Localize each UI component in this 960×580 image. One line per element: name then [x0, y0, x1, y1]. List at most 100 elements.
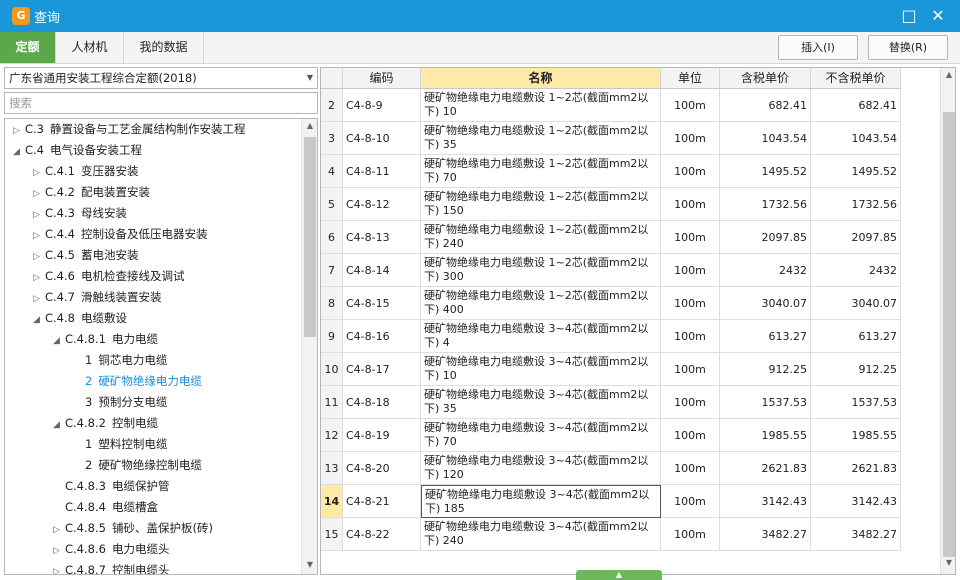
cell-tax-price[interactable]: 1043.54: [720, 122, 811, 155]
tree-item[interactable]: ◢ C.4.8.1 电力电缆: [53, 329, 158, 350]
expand-icon[interactable]: ▷: [53, 520, 65, 541]
cell-code[interactable]: C4-8-17: [343, 353, 421, 386]
cell-unit[interactable]: 100m: [661, 452, 720, 485]
cell-code[interactable]: C4-8-19: [343, 419, 421, 452]
cell-tax-price[interactable]: 3482.27: [720, 518, 811, 551]
cell-tax-price[interactable]: 1537.53: [720, 386, 811, 419]
cell-unit[interactable]: 100m: [661, 287, 720, 320]
row-number[interactable]: 9: [321, 320, 343, 353]
cell-name[interactable]: 硬矿物绝缘电力电缆敷设 1~2芯(截面mm2以下) 35: [421, 122, 661, 155]
cell-name[interactable]: 硬矿物绝缘电力电缆敷设 3~4芯(截面mm2以下) 120: [421, 452, 661, 485]
tree-item[interactable]: ▷ C.4.8.6 电力电缆头: [53, 539, 169, 560]
expand-icon[interactable]: ▷: [33, 247, 45, 268]
cell-unit[interactable]: 100m: [661, 155, 720, 188]
col-tax-price[interactable]: 含税单价: [720, 68, 811, 89]
cell-tax-price[interactable]: 682.41: [720, 89, 811, 122]
col-unit[interactable]: 单位: [661, 68, 720, 89]
cell-unit[interactable]: 100m: [661, 353, 720, 386]
cell-tax-price[interactable]: 1732.56: [720, 188, 811, 221]
cell-code[interactable]: C4-8-16: [343, 320, 421, 353]
cell-notax-price[interactable]: 1043.54: [811, 122, 901, 155]
cell-code[interactable]: C4-8-13: [343, 221, 421, 254]
cell-code[interactable]: C4-8-20: [343, 452, 421, 485]
cell-tax-price[interactable]: 1495.52: [720, 155, 811, 188]
cell-name[interactable]: 硬矿物绝缘电力电缆敷设 1~2芯(截面mm2以下) 70: [421, 155, 661, 188]
table-row[interactable]: 6 C4-8-13 硬矿物绝缘电力电缆敷设 1~2芯(截面mm2以下) 240 100…: [321, 221, 941, 254]
cell-code[interactable]: C4-8-11: [343, 155, 421, 188]
cell-tax-price[interactable]: 2621.83: [720, 452, 811, 485]
scroll-down-icon[interactable]: ▼: [941, 558, 955, 567]
tree-item[interactable]: C.4.8.3 电缆保护管: [53, 476, 169, 497]
table-row[interactable]: 12 C4-8-19 硬矿物绝缘电力电缆敷设 3~4芯(截面mm2以下) 70 100…: [321, 419, 941, 452]
row-number[interactable]: 3: [321, 122, 343, 155]
cell-notax-price[interactable]: 613.27: [811, 320, 901, 353]
cell-tax-price[interactable]: 613.27: [720, 320, 811, 353]
row-number[interactable]: 5: [321, 188, 343, 221]
row-number[interactable]: 7: [321, 254, 343, 287]
grid-scrollbar[interactable]: ▲ ▼: [940, 68, 955, 574]
tree-item[interactable]: ▷ C.4.2 配电装置安装: [33, 182, 150, 203]
tree-item[interactable]: 2 硬矿物绝缘电力电缆: [73, 371, 202, 392]
row-number[interactable]: 13: [321, 452, 343, 485]
table-row[interactable]: 3 C4-8-10 硬矿物绝缘电力电缆敷设 1~2芯(截面mm2以下) 35 100m…: [321, 122, 941, 155]
expand-icon[interactable]: ▷: [33, 184, 45, 205]
cell-code[interactable]: C4-8-14: [343, 254, 421, 287]
row-number[interactable]: 15: [321, 518, 343, 551]
insert-button[interactable]: 插入(I): [778, 35, 858, 60]
tree-item[interactable]: ◢ C.4.8.2 控制电缆: [53, 413, 158, 434]
cell-notax-price[interactable]: 3482.27: [811, 518, 901, 551]
expand-icon[interactable]: ▷: [53, 562, 65, 574]
expand-icon[interactable]: ▷: [13, 121, 25, 142]
cell-name[interactable]: 硬矿物绝缘电力电缆敷设 1~2芯(截面mm2以下) 240: [421, 221, 661, 254]
row-number[interactable]: 12: [321, 419, 343, 452]
cell-notax-price[interactable]: 3040.07: [811, 287, 901, 320]
cell-unit[interactable]: 100m: [661, 419, 720, 452]
cell-name[interactable]: 硬矿物绝缘电力电缆敷设 1~2芯(截面mm2以下) 300: [421, 254, 661, 287]
cell-code[interactable]: C4-8-10: [343, 122, 421, 155]
cell-unit[interactable]: 100m: [661, 254, 720, 287]
cell-unit[interactable]: 100m: [661, 188, 720, 221]
cell-notax-price[interactable]: 3142.43: [811, 485, 901, 518]
cell-unit[interactable]: 100m: [661, 122, 720, 155]
cell-name[interactable]: 硬矿物绝缘电力电缆敷设 3~4芯(截面mm2以下) 10: [421, 353, 661, 386]
grid-scroll-thumb[interactable]: [943, 112, 955, 557]
tab-labor-material-machine[interactable]: 人材机: [56, 32, 124, 63]
cell-code[interactable]: C4-8-22: [343, 518, 421, 551]
cell-name[interactable]: 硬矿物绝缘电力电缆敷设 3~4芯(截面mm2以下) 35: [421, 386, 661, 419]
cell-code[interactable]: C4-8-18: [343, 386, 421, 419]
cell-code[interactable]: C4-8-15: [343, 287, 421, 320]
table-row[interactable]: 15 C4-8-22 硬矿物绝缘电力电缆敷设 3~4芯(截面mm2以下) 240 10…: [321, 518, 941, 551]
col-name[interactable]: 名称: [421, 68, 661, 89]
cell-unit[interactable]: 100m: [661, 518, 720, 551]
expand-icon[interactable]: ▷: [33, 268, 45, 289]
library-select[interactable]: 广东省通用安装工程综合定额(2018) ▼: [4, 67, 318, 89]
cell-notax-price[interactable]: 2621.83: [811, 452, 901, 485]
cell-tax-price[interactable]: 3040.07: [720, 287, 811, 320]
tree-item[interactable]: ▷ C.4.7 滑触线装置安装: [33, 287, 161, 308]
cell-tax-price[interactable]: 2432: [720, 254, 811, 287]
cell-notax-price[interactable]: 2097.85: [811, 221, 901, 254]
tree-scroll-thumb[interactable]: [304, 137, 316, 337]
row-number[interactable]: 14: [321, 485, 343, 518]
cell-unit[interactable]: 100m: [661, 485, 720, 518]
table-row[interactable]: 9 C4-8-16 硬矿物绝缘电力电缆敷设 3~4芯(截面mm2以下) 4 100m 6…: [321, 320, 941, 353]
expand-icon[interactable]: ▷: [53, 541, 65, 562]
table-row[interactable]: 14 C4-8-21 硬矿物绝缘电力电缆敷设 3~4芯(截面mm2以下) 185 10…: [321, 485, 941, 518]
tree-scrollbar[interactable]: ▲ ▼: [301, 119, 317, 574]
row-number[interactable]: 11: [321, 386, 343, 419]
cell-tax-price[interactable]: 2097.85: [720, 221, 811, 254]
scroll-up-icon[interactable]: ▲: [941, 70, 955, 79]
search-input[interactable]: 搜索: [4, 92, 318, 114]
tree-item[interactable]: 1 塑料控制电缆: [73, 434, 167, 455]
row-number[interactable]: 2: [321, 89, 343, 122]
table-row[interactable]: 10 C4-8-17 硬矿物绝缘电力电缆敷设 3~4芯(截面mm2以下) 10 100…: [321, 353, 941, 386]
cell-notax-price[interactable]: 1495.52: [811, 155, 901, 188]
cell-name[interactable]: 硬矿物绝缘电力电缆敷设 1~2芯(截面mm2以下) 400: [421, 287, 661, 320]
tree-item[interactable]: 2 硬矿物绝缘控制电缆: [73, 455, 202, 476]
cell-notax-price[interactable]: 1985.55: [811, 419, 901, 452]
table-row[interactable]: 13 C4-8-20 硬矿物绝缘电力电缆敷设 3~4芯(截面mm2以下) 120 10…: [321, 452, 941, 485]
tab-my-data[interactable]: 我的数据: [124, 32, 204, 63]
cell-tax-price[interactable]: 1985.55: [720, 419, 811, 452]
collapse-icon[interactable]: ◢: [33, 310, 45, 331]
cell-notax-price[interactable]: 682.41: [811, 89, 901, 122]
